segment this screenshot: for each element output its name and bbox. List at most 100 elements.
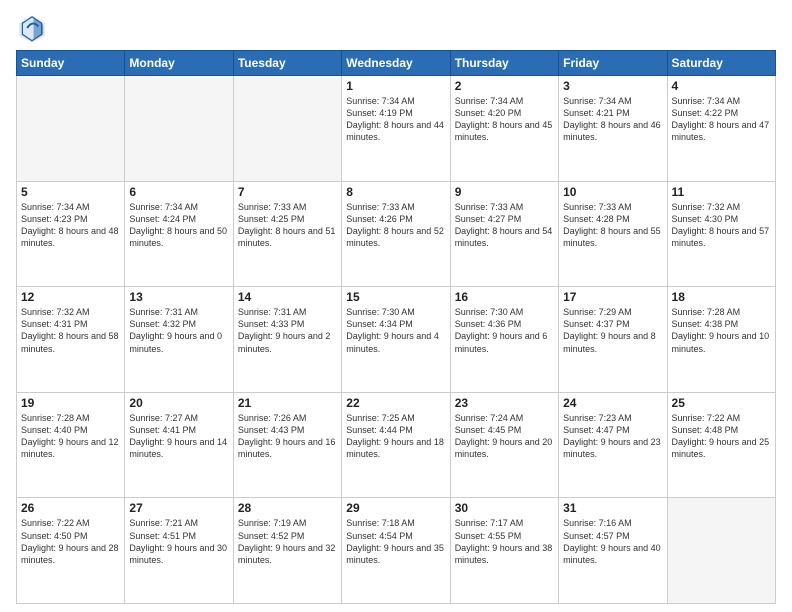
cell-info: Sunrise: 7:22 AMSunset: 4:50 PMDaylight:… [21, 517, 120, 566]
day-number: 8 [346, 185, 445, 199]
cell-info: Sunrise: 7:33 AMSunset: 4:28 PMDaylight:… [563, 201, 662, 250]
calendar-cell: 2 Sunrise: 7:34 AMSunset: 4:20 PMDaylight… [450, 76, 558, 182]
calendar-cell: 20 Sunrise: 7:27 AMSunset: 4:41 PMDayligh… [125, 392, 233, 498]
day-number: 7 [238, 185, 337, 199]
cell-info: Sunrise: 7:21 AMSunset: 4:51 PMDaylight:… [129, 517, 228, 566]
calendar-week-row: 5Sunrise: 7:34 AMSunset: 4:23 PMDaylight… [17, 181, 776, 287]
cell-info: Sunrise: 7:34 AMSunset: 4:21 PMDaylight:… [563, 95, 662, 144]
header [16, 12, 776, 44]
cell-info: Sunrise: 7:29 AMSunset: 4:37 PMDaylight:… [563, 306, 662, 355]
cell-info: Sunrise: 7:31 AMSunset: 4:33 PMDaylight:… [238, 306, 337, 355]
cell-info: Sunrise: 7:30 AMSunset: 4:36 PMDaylight:… [455, 306, 554, 355]
calendar-week-row: 1 Sunrise: 7:34 AMSunset: 4:19 PMDaylight… [17, 76, 776, 182]
calendar-cell: 18 Sunrise: 7:28 AMSunset: 4:38 PMDayligh… [667, 287, 775, 393]
cell-info: Sunrise: 7:34 AMSunset: 4:24 PMDaylight:… [129, 201, 228, 250]
cell-info: Sunrise: 7:34 AMSunset: 4:20 PMDaylight:… [455, 95, 554, 144]
day-number: 1 [346, 79, 445, 93]
day-number: 31 [563, 501, 662, 515]
weekday-header: Saturday [667, 51, 775, 76]
weekday-header: Wednesday [342, 51, 450, 76]
cell-info: Sunrise: 7:19 AMSunset: 4:52 PMDaylight:… [238, 517, 337, 566]
day-number: 20 [129, 396, 228, 410]
day-number: 18 [672, 290, 771, 304]
day-number: 13 [129, 290, 228, 304]
cell-info: Sunrise: 7:32 AMSunset: 4:30 PMDaylight:… [672, 201, 771, 250]
cell-info: Sunrise: 7:26 AMSunset: 4:43 PMDaylight:… [238, 412, 337, 461]
calendar-cell: 8 Sunrise: 7:33 AMSunset: 4:26 PMDaylight… [342, 181, 450, 287]
calendar-cell: 30Sunrise: 7:17 AMSunset: 4:55 PMDayligh… [450, 498, 558, 604]
calendar-cell: 4Sunrise: 7:34 AMSunset: 4:22 PMDaylight… [667, 76, 775, 182]
day-number: 2 [455, 79, 554, 93]
page: SundayMondayTuesdayWednesdayThursdayFrid… [0, 0, 792, 612]
cell-info: Sunrise: 7:33 AMSunset: 4:25 PMDaylight:… [238, 201, 337, 250]
calendar-cell: 13 Sunrise: 7:31 AMSunset: 4:32 PMDayligh… [125, 287, 233, 393]
calendar-cell [667, 498, 775, 604]
day-number: 11 [672, 185, 771, 199]
day-number: 26 [21, 501, 120, 515]
logo [16, 12, 52, 44]
day-number: 10 [563, 185, 662, 199]
day-number: 22 [346, 396, 445, 410]
calendar-cell: 10 Sunrise: 7:33 AMSunset: 4:28 PMDayligh… [559, 181, 667, 287]
calendar-cell [233, 76, 341, 182]
calendar-cell: 19 Sunrise: 7:28 AMSunset: 4:40 PMDayligh… [17, 392, 125, 498]
calendar-cell: 21Sunrise: 7:26 AMSunset: 4:43 PMDayligh… [233, 392, 341, 498]
cell-info: Sunrise: 7:28 AMSunset: 4:38 PMDaylight:… [672, 306, 771, 355]
calendar-cell: 23 Sunrise: 7:24 AMSunset: 4:45 PMDayligh… [450, 392, 558, 498]
cell-info: Sunrise: 7:16 AMSunset: 4:57 PMDaylight:… [563, 517, 662, 566]
day-number: 25 [672, 396, 771, 410]
day-number: 12 [21, 290, 120, 304]
calendar-cell: 22 Sunrise: 7:25 AMSunset: 4:44 PMDayligh… [342, 392, 450, 498]
calendar-cell: 28Sunrise: 7:19 AMSunset: 4:52 PMDayligh… [233, 498, 341, 604]
weekday-header: Sunday [17, 51, 125, 76]
calendar-cell: 12 Sunrise: 7:32 AMSunset: 4:31 PMDayligh… [17, 287, 125, 393]
weekday-header: Thursday [450, 51, 558, 76]
cell-info: Sunrise: 7:30 AMSunset: 4:34 PMDaylight:… [346, 306, 445, 355]
calendar-cell: 3 Sunrise: 7:34 AMSunset: 4:21 PMDaylight… [559, 76, 667, 182]
weekday-header: Friday [559, 51, 667, 76]
calendar-cell: 11 Sunrise: 7:32 AMSunset: 4:30 PMDayligh… [667, 181, 775, 287]
day-number: 23 [455, 396, 554, 410]
calendar-cell: 9Sunrise: 7:33 AMSunset: 4:27 PMDaylight… [450, 181, 558, 287]
calendar-cell: 14 Sunrise: 7:31 AMSunset: 4:33 PMDayligh… [233, 287, 341, 393]
day-number: 19 [21, 396, 120, 410]
calendar-cell [17, 76, 125, 182]
calendar-cell: 1 Sunrise: 7:34 AMSunset: 4:19 PMDaylight… [342, 76, 450, 182]
calendar-cell: 25 Sunrise: 7:22 AMSunset: 4:48 PMDayligh… [667, 392, 775, 498]
day-number: 16 [455, 290, 554, 304]
cell-info: Sunrise: 7:27 AMSunset: 4:41 PMDaylight:… [129, 412, 228, 461]
day-number: 14 [238, 290, 337, 304]
calendar-cell: 7 Sunrise: 7:33 AMSunset: 4:25 PMDaylight… [233, 181, 341, 287]
day-number: 9 [455, 185, 554, 199]
cell-info: Sunrise: 7:31 AMSunset: 4:32 PMDaylight:… [129, 306, 228, 355]
cell-info: Sunrise: 7:22 AMSunset: 4:48 PMDaylight:… [672, 412, 771, 461]
calendar-week-row: 26 Sunrise: 7:22 AMSunset: 4:50 PMDayligh… [17, 498, 776, 604]
calendar-header: SundayMondayTuesdayWednesdayThursdayFrid… [17, 51, 776, 76]
cell-info: Sunrise: 7:32 AMSunset: 4:31 PMDaylight:… [21, 306, 120, 355]
cell-info: Sunrise: 7:28 AMSunset: 4:40 PMDaylight:… [21, 412, 120, 461]
calendar-cell: 24 Sunrise: 7:23 AMSunset: 4:47 PMDayligh… [559, 392, 667, 498]
cell-info: Sunrise: 7:17 AMSunset: 4:55 PMDaylight:… [455, 517, 554, 566]
day-number: 17 [563, 290, 662, 304]
day-number: 6 [129, 185, 228, 199]
cell-info: Sunrise: 7:24 AMSunset: 4:45 PMDaylight:… [455, 412, 554, 461]
calendar-cell: 16 Sunrise: 7:30 AMSunset: 4:36 PMDayligh… [450, 287, 558, 393]
weekday-header: Monday [125, 51, 233, 76]
cell-info: Sunrise: 7:34 AMSunset: 4:22 PMDaylight:… [672, 95, 771, 144]
calendar-cell [125, 76, 233, 182]
cell-info: Sunrise: 7:23 AMSunset: 4:47 PMDaylight:… [563, 412, 662, 461]
calendar-week-row: 19 Sunrise: 7:28 AMSunset: 4:40 PMDayligh… [17, 392, 776, 498]
calendar-cell: 31 Sunrise: 7:16 AMSunset: 4:57 PMDayligh… [559, 498, 667, 604]
cell-info: Sunrise: 7:33 AMSunset: 4:26 PMDaylight:… [346, 201, 445, 250]
header-row: SundayMondayTuesdayWednesdayThursdayFrid… [17, 51, 776, 76]
cell-info: Sunrise: 7:34 AMSunset: 4:19 PMDaylight:… [346, 95, 445, 144]
logo-icon [16, 12, 48, 44]
day-number: 24 [563, 396, 662, 410]
weekday-header: Tuesday [233, 51, 341, 76]
cell-info: Sunrise: 7:25 AMSunset: 4:44 PMDaylight:… [346, 412, 445, 461]
calendar-body: 1 Sunrise: 7:34 AMSunset: 4:19 PMDaylight… [17, 76, 776, 604]
calendar-week-row: 12 Sunrise: 7:32 AMSunset: 4:31 PMDayligh… [17, 287, 776, 393]
day-number: 3 [563, 79, 662, 93]
day-number: 27 [129, 501, 228, 515]
day-number: 5 [21, 185, 120, 199]
